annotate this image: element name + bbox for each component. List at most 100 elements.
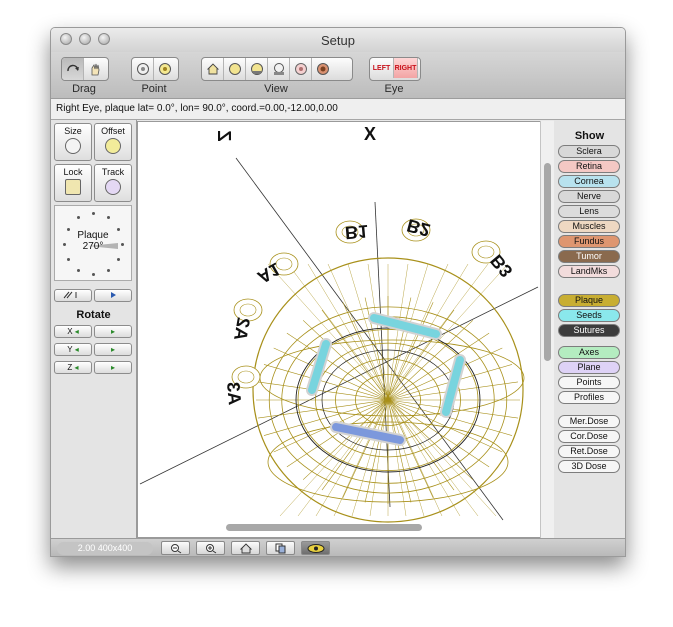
flag-left-icon: ◂ <box>72 327 79 336</box>
horizontal-scrollbar[interactable] <box>226 524 422 531</box>
plaque-eye-icon <box>307 543 324 553</box>
zoom-out-button[interactable] <box>161 541 190 555</box>
rotate-reset-button[interactable] <box>54 289 92 302</box>
hand-icon <box>91 63 100 75</box>
view-pink-button[interactable] <box>290 58 312 80</box>
home-icon <box>239 542 252 553</box>
copy-image-button[interactable] <box>266 541 295 555</box>
drag-hand-button[interactable] <box>84 58 106 80</box>
model-label: B1 <box>344 221 369 243</box>
eye-wireframe-model[interactable]: Z XA1A2A3B1 B2B3 <box>138 122 553 538</box>
z-axis-line <box>235 157 504 521</box>
size-button[interactable]: Size <box>54 123 92 161</box>
show-toggle-profiles[interactable]: Profiles <box>558 391 620 404</box>
vertical-scrollbar-track <box>540 121 555 538</box>
drag-rotate-button[interactable] <box>62 58 84 80</box>
show-toggle-plane[interactable]: Plane <box>558 361 620 374</box>
view-fundus-button[interactable] <box>312 58 334 80</box>
home-view-button[interactable] <box>231 541 260 555</box>
view-top-button[interactable] <box>246 58 268 80</box>
show-toggle-3d-dose[interactable]: 3D Dose <box>558 460 620 473</box>
lattice-line <box>333 263 449 517</box>
show-toggle-axes[interactable]: Axes <box>558 346 620 359</box>
rotate-x-minus-button[interactable]: X ◂ <box>54 325 92 338</box>
point-plaque-button[interactable] <box>154 58 176 80</box>
plaque-globe-icon <box>159 63 171 75</box>
eye-right-button[interactable]: RIGHT <box>394 58 418 78</box>
point-eye-button[interactable] <box>132 58 154 80</box>
view-front-button[interactable] <box>224 58 246 80</box>
rotate-left-icon <box>63 291 77 299</box>
rotate-x-plus-button[interactable]: ▸ <box>94 325 132 338</box>
show-toggle-cor-dose[interactable]: Cor.Dose <box>558 430 620 443</box>
eye-globe-icon <box>136 63 149 75</box>
flag-left-icon: ◂ <box>72 345 79 354</box>
globe-top-icon <box>250 63 263 75</box>
rotate-y-plus-button[interactable]: ▸ <box>94 343 132 356</box>
rotate-y-minus-button[interactable]: Y ◂ <box>54 343 92 356</box>
show-toggle-muscles[interactable]: Muscles <box>558 220 620 233</box>
view-side-button[interactable] <box>268 58 290 80</box>
show-toggle-nerve[interactable]: Nerve <box>558 190 620 203</box>
left-panel: Size Offset Lock Track Plaque 270° Rotat… <box>51 120 137 538</box>
show-toggle-ret-dose[interactable]: Ret.Dose <box>558 445 620 458</box>
eye-group: LEFT RIGHT <box>369 57 421 81</box>
show-toggle-points[interactable]: Points <box>558 376 620 389</box>
show-toggle-tumor[interactable]: Tumor <box>558 250 620 263</box>
show-toggle-sutures[interactable]: Sutures <box>558 324 620 337</box>
rotate-arrow-icon <box>66 64 79 72</box>
rotate-z-minus-button[interactable]: Z ◂ <box>54 361 92 374</box>
light-view-button[interactable] <box>301 541 330 555</box>
globe-front-icon <box>228 63 241 75</box>
track-button[interactable]: Track <box>94 164 132 202</box>
vertical-scrollbar[interactable] <box>544 163 551 361</box>
dial-tick <box>117 258 120 261</box>
setup-window: Setup Drag Point View LEFT RIGHT Eye Rig… <box>50 27 626 557</box>
copy-icon <box>275 543 285 553</box>
title-bar: Setup <box>51 28 625 53</box>
show-toggle-retina[interactable]: Retina <box>558 160 620 173</box>
track-icon <box>105 179 121 195</box>
lattice-line <box>351 263 429 517</box>
dial-tick <box>77 216 80 219</box>
offset-button[interactable]: Offset <box>94 123 132 161</box>
model-label: A3 <box>223 381 245 406</box>
model-label: A2 <box>230 316 254 342</box>
view-home-button[interactable] <box>202 58 224 80</box>
zoom-in-icon <box>205 543 216 553</box>
eye-3d-viewport[interactable]: Z X A1 A2 A3 B1 B2 B3 <box>137 121 553 538</box>
show-toggle-fundus[interactable]: Fundus <box>558 235 620 248</box>
show-toggle-landmks[interactable]: LandMks <box>558 265 620 278</box>
show-toggle-mer-dose[interactable]: Mer.Dose <box>558 415 620 428</box>
lattice-line <box>367 263 407 517</box>
track-label: Track <box>101 167 125 177</box>
show-toggle-cornea[interactable]: Cornea <box>558 175 620 188</box>
plaque-rotation-dial[interactable]: Plaque 270° <box>54 205 132 281</box>
show-toggle-lens[interactable]: Lens <box>558 205 620 218</box>
model-label: X <box>364 124 376 144</box>
lock-button[interactable]: Lock <box>54 164 92 202</box>
offset-icon <box>105 138 121 154</box>
lattice-line <box>369 263 409 517</box>
eye-left-button[interactable]: LEFT <box>370 58 394 78</box>
show-toggle-seeds[interactable]: Seeds <box>558 309 620 322</box>
lock-icon <box>65 179 81 195</box>
dial-tick <box>92 212 95 215</box>
eye-label: Eye <box>384 83 404 95</box>
flag-right-icon: ▸ <box>110 363 115 372</box>
show-toggle-plaque[interactable]: Plaque <box>558 294 620 307</box>
model-label: Z <box>214 131 234 142</box>
zoom-in-button[interactable] <box>196 541 225 555</box>
plaque-dial-label: Plaque <box>77 230 109 241</box>
dial-tick <box>107 216 110 219</box>
rotate-z-plus-button[interactable]: ▸ <box>94 361 132 374</box>
fundus-icon <box>317 63 329 75</box>
toolbar: Drag Point View LEFT RIGHT Eye <box>51 52 625 99</box>
view-group <box>201 57 353 81</box>
flag-right-icon: ▸ <box>110 327 115 336</box>
globe-retina-icon <box>294 63 307 75</box>
show-toggle-sclera[interactable]: Sclera <box>558 145 620 158</box>
rotate-step-button[interactable] <box>94 289 132 302</box>
play-right-icon <box>111 292 116 298</box>
size-label: Size <box>64 126 82 136</box>
